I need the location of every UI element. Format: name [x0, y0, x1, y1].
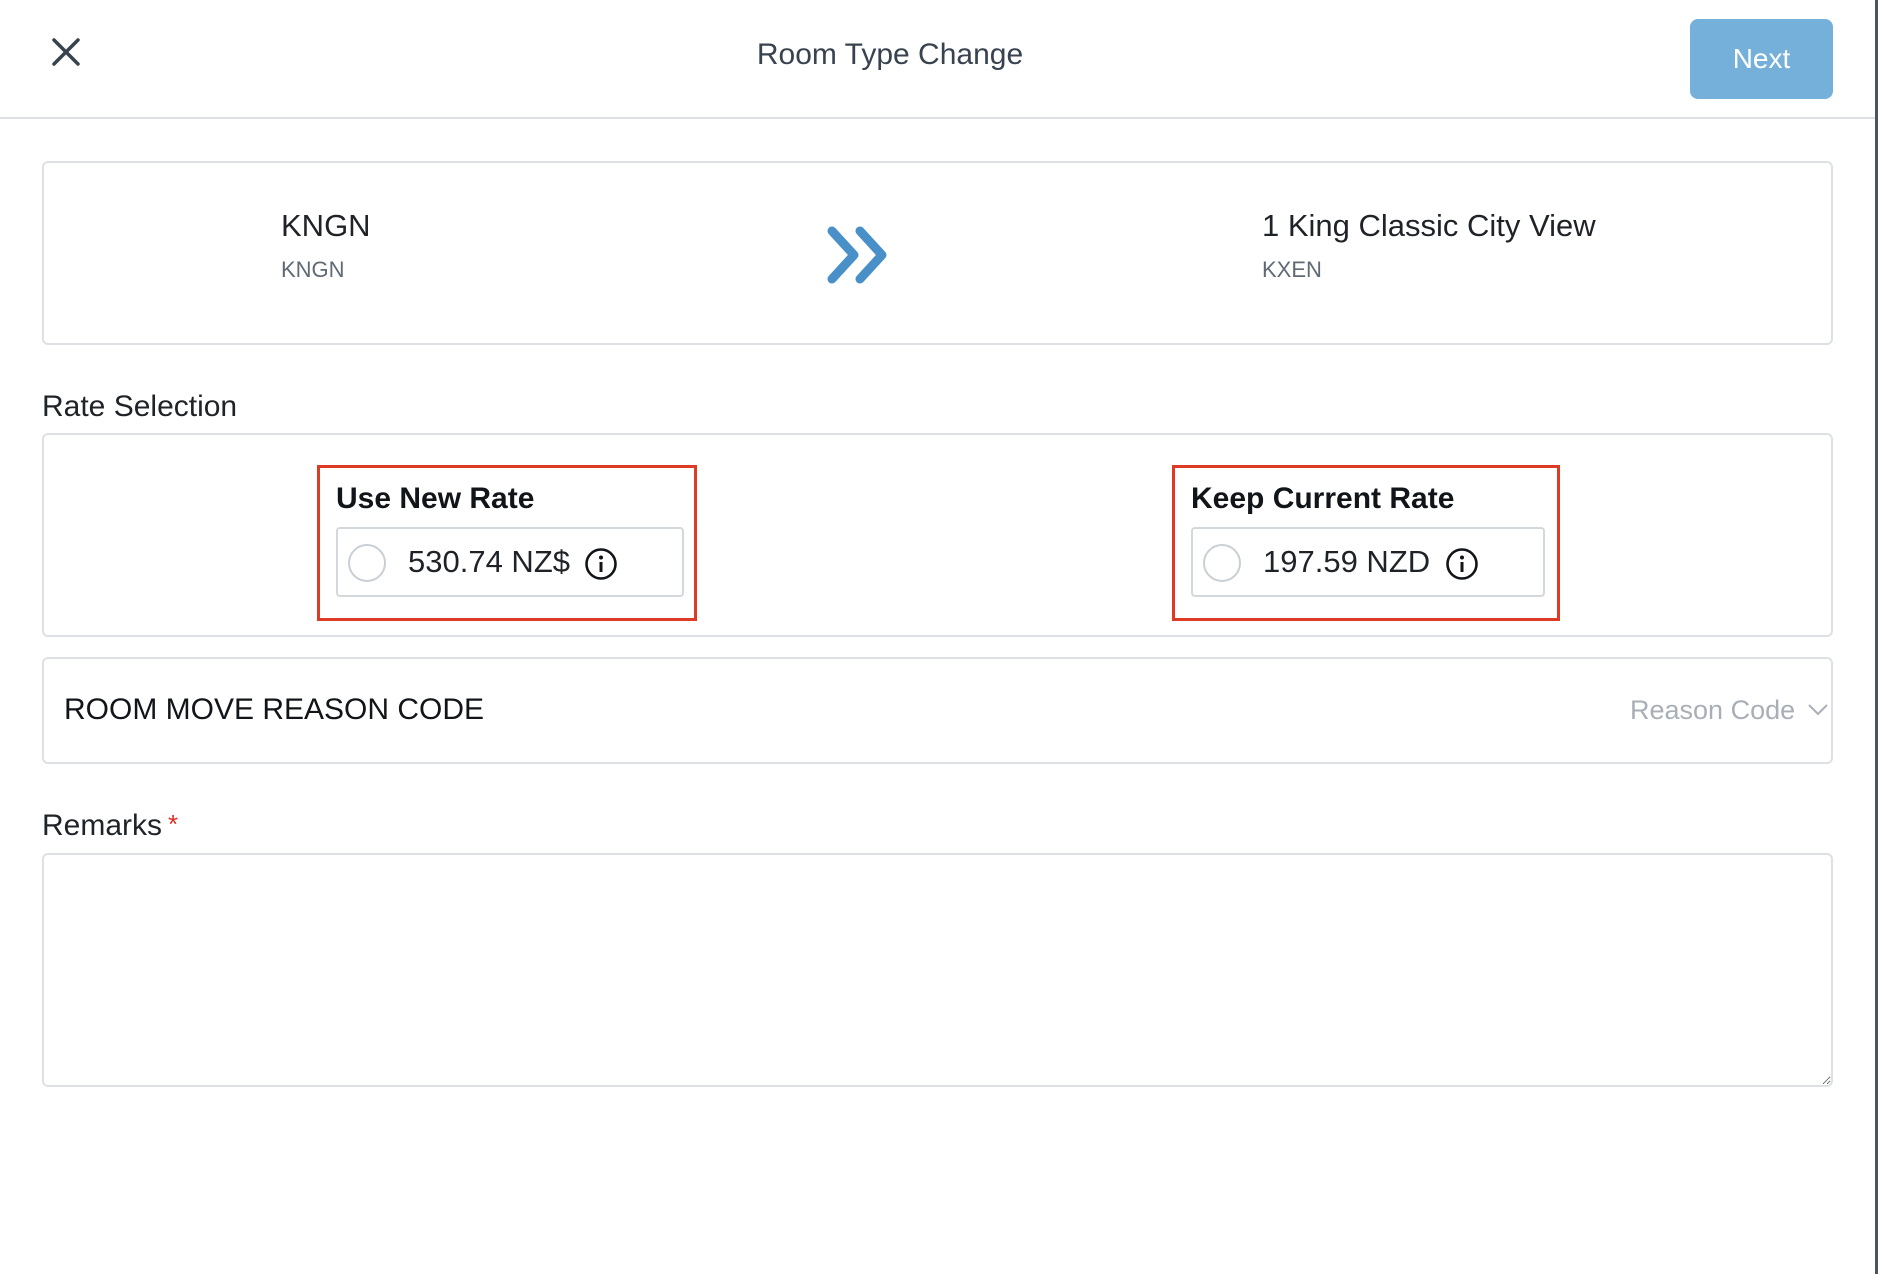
current-room-code: KNGN — [281, 257, 345, 282]
dialog-header: Room Type Change Next — [0, 0, 1875, 119]
dialog-title: Room Type Change — [756, 38, 1024, 71]
keep-current-rate-option[interactable]: 197.59 NZD — [1191, 527, 1545, 597]
rate-selection-label: Rate Selection — [42, 390, 238, 423]
chevron-down-icon — [1808, 704, 1828, 716]
current-room-name: KNGN — [281, 208, 371, 243]
use-new-rate-group: Use New Rate 530.74 NZ$ — [317, 465, 697, 621]
new-rate-value: 530.74 NZ$ — [408, 544, 570, 579]
room-change-summary: KNGN KNGN 1 King Classic City View KXEN — [42, 161, 1833, 345]
use-new-rate-radio[interactable] — [348, 544, 386, 582]
remarks-label-text: Remarks — [42, 809, 163, 842]
info-icon[interactable] — [1445, 547, 1479, 581]
required-indicator: * — [168, 809, 179, 839]
reason-code-label: ROOM MOVE REASON CODE — [64, 693, 485, 726]
reason-code-placeholder: Reason Code — [1630, 695, 1796, 725]
keep-current-rate-radio[interactable] — [1203, 544, 1241, 582]
reason-code-dropdown[interactable]: Reason Code — [1584, 689, 1828, 733]
keep-current-rate-title: Keep Current Rate — [1191, 482, 1455, 515]
reason-code-row: ROOM MOVE REASON CODE Reason Code — [42, 657, 1833, 764]
use-new-rate-title: Use New Rate — [336, 482, 535, 515]
remarks-label: Remarks * — [42, 809, 178, 843]
rate-selection-panel: Use New Rate 530.74 NZ$ Keep Current Rat… — [42, 433, 1833, 637]
next-button[interactable]: Next — [1690, 19, 1833, 99]
double-chevron-right-icon — [827, 226, 887, 284]
room-type-change-dialog: Room Type Change Next KNGN KNGN 1 King C… — [0, 0, 1875, 1274]
keep-current-rate-group: Keep Current Rate 197.59 NZD — [1172, 465, 1560, 621]
new-room-code: KXEN — [1262, 257, 1322, 282]
new-room-name: 1 King Classic City View — [1262, 208, 1596, 243]
current-rate-value: 197.59 NZD — [1263, 544, 1431, 579]
info-icon[interactable] — [584, 547, 618, 581]
use-new-rate-option[interactable]: 530.74 NZ$ — [336, 527, 684, 597]
remarks-textarea[interactable] — [42, 853, 1833, 1087]
